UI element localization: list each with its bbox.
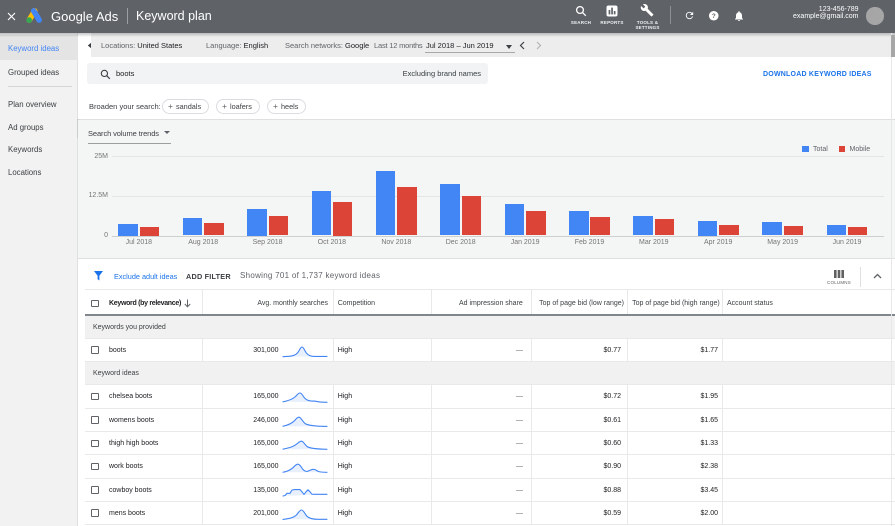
svg-text:?: ? (712, 13, 716, 20)
